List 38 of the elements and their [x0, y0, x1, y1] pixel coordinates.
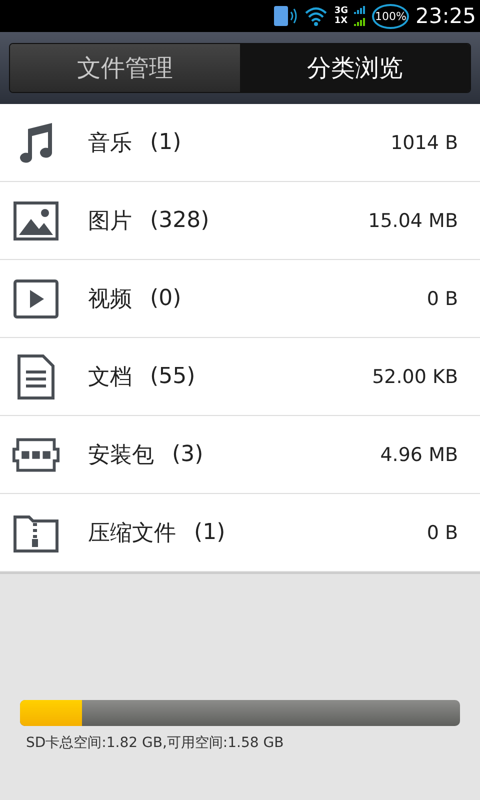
- category-row[interactable]: 视频 (0) 0 B: [0, 260, 480, 338]
- file-count: (328): [150, 208, 210, 233]
- play-icon: [13, 278, 59, 318]
- zip-folder-icon: [13, 512, 59, 552]
- category-name: 文档: [88, 364, 132, 392]
- file-count: (1): [150, 130, 182, 155]
- signal-icon: [354, 5, 366, 27]
- tab[interactable]: 分类浏览: [240, 44, 470, 92]
- category-row[interactable]: 文档 (55) 52.00 KB: [0, 338, 480, 416]
- image-icon: [13, 200, 59, 240]
- total-size: 15.04 MB: [368, 210, 458, 232]
- tab[interactable]: 文件管理: [10, 44, 240, 92]
- category-name: 音乐: [88, 130, 132, 158]
- network-type: 3G: [334, 6, 348, 16]
- category-row[interactable]: 安装包 (3) 4.96 MB: [0, 416, 480, 494]
- storage-caption: SD卡总空间:1.82 GB,可用空间:1.58 GB: [26, 734, 285, 752]
- category-name: 图片: [88, 208, 132, 236]
- file-count: (0): [150, 286, 182, 311]
- phone-speaker-icon: [272, 4, 298, 28]
- category-name: 安装包: [88, 442, 154, 470]
- clock: 23:25: [415, 4, 476, 28]
- document-icon: [17, 354, 55, 400]
- category-row[interactable]: 压缩文件 (1) 0 B: [0, 494, 480, 572]
- category-name: 视频: [88, 286, 132, 314]
- category-row[interactable]: 图片 (328) 15.04 MB: [0, 182, 480, 260]
- wifi-icon: [304, 5, 328, 27]
- file-count: (1): [194, 520, 226, 545]
- total-size: 4.96 MB: [380, 444, 458, 466]
- file-count: (55): [150, 364, 196, 389]
- total-size: 52.00 KB: [372, 366, 458, 388]
- total-size: 0 B: [426, 288, 458, 310]
- total-size: 0 B: [426, 522, 458, 544]
- file-count: (3): [172, 442, 204, 467]
- network-type: 1X: [334, 16, 348, 26]
- category-row[interactable]: 音乐 (1) 1014 B: [0, 104, 480, 182]
- category-name: 压缩文件: [88, 520, 176, 548]
- total-size: 1014 B: [390, 132, 458, 154]
- battery-level: 100%: [372, 4, 410, 28]
